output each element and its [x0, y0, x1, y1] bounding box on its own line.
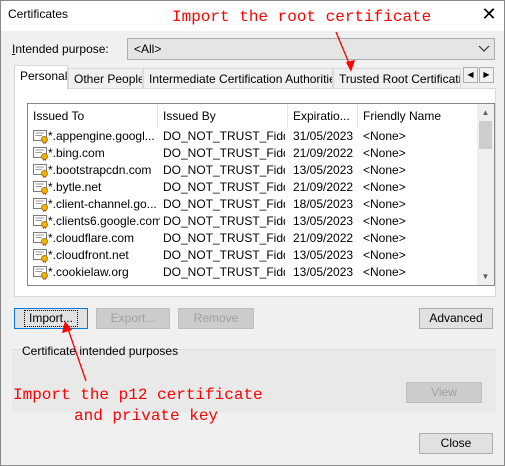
cell-issued-to: *.bytle.net — [48, 180, 102, 194]
table-row[interactable]: *.bytle.net DO_NOT_TRUST_Fidd... 21/09/202… — [28, 179, 494, 196]
cell-issued-by: DO_NOT_TRUST_Fidd... — [163, 129, 285, 143]
column-issued-by[interactable]: Issued By — [158, 104, 288, 128]
intended-purposes-title: Certificate intended purposes — [22, 344, 179, 358]
window-title: Certificates — [8, 7, 69, 21]
cell-issued-to: *.bing.com — [48, 146, 105, 160]
export-button[interactable]: Export... — [96, 308, 170, 329]
cell-expiration: 21/09/2022 — [293, 146, 354, 160]
tab-other-people[interactable]: Other People — [68, 68, 143, 88]
cell-expiration: 13/05/2023 — [293, 214, 354, 228]
table-row[interactable]: *.cloudflare.com DO_NOT_TRUST_Fidd... 21/0… — [28, 230, 494, 247]
cell-issued-by: DO_NOT_TRUST_Fidd... — [163, 265, 285, 279]
cell-expiration: 13/05/2023 — [293, 163, 354, 177]
chevron-down-icon — [478, 41, 490, 58]
cell-issued-by: DO_NOT_TRUST_Fidd... — [163, 163, 285, 177]
cell-expiration: 31/05/2023 — [293, 129, 354, 143]
cell-issued-by: DO_NOT_TRUST_Fidd... — [163, 197, 285, 211]
certificate-icon — [33, 248, 49, 263]
table-row[interactable]: *.client-channel.go... DO_NOT_TRUST_Fidd.… — [28, 196, 494, 213]
import-button[interactable]: Import... — [14, 308, 88, 329]
list-header: Issued To Issued By Expiratio... Friendl… — [28, 104, 494, 128]
certificate-icon — [33, 180, 49, 195]
cell-issued-by: DO_NOT_TRUST_Fidd... — [163, 231, 285, 245]
intended-purpose-value: <All> — [134, 42, 162, 56]
cell-friendly-name: <None> — [363, 231, 406, 245]
column-expiration[interactable]: Expiratio... — [288, 104, 358, 128]
cell-expiration: 13/05/2023 — [293, 265, 354, 279]
cell-friendly-name: <None> — [363, 248, 406, 262]
cell-issued-to: *.appengine.googl... — [48, 129, 155, 143]
certificate-icon — [33, 129, 49, 144]
cell-friendly-name: <None> — [363, 146, 406, 160]
close-window-icon[interactable]: ✕ — [478, 4, 500, 26]
column-issued-to[interactable]: Issued To — [28, 104, 158, 128]
cell-issued-by: DO_NOT_TRUST_Fidd... — [163, 180, 285, 194]
table-row[interactable]: *.appengine.googl... DO_NOT_TRUST_Fidd...… — [28, 128, 494, 145]
cell-issued-by: DO_NOT_TRUST_Fidd... — [163, 248, 285, 262]
remove-button[interactable]: Remove — [178, 308, 254, 329]
cell-expiration: 21/09/2022 — [293, 180, 354, 194]
scroll-thumb[interactable] — [479, 121, 492, 149]
cell-issued-to: *.clients6.google.com — [48, 214, 160, 228]
scroll-up-icon[interactable]: ▲ — [477, 104, 494, 121]
view-button[interactable]: View — [406, 382, 482, 403]
cell-friendly-name: <None> — [363, 180, 406, 194]
cell-friendly-name: <None> — [363, 197, 406, 211]
intended-purpose-select[interactable]: <All> — [127, 38, 495, 60]
column-friendly-name[interactable]: Friendly Name — [358, 104, 478, 128]
tab-trusted-root-ca[interactable]: Trusted Root Certification Authorities — [333, 68, 461, 88]
table-row[interactable]: *.bootstrapcdn.com DO_NOT_TRUST_Fidd... 13… — [28, 162, 494, 179]
cell-expiration: 13/05/2023 — [293, 248, 354, 262]
annotation-import-p12-line2: and private key — [74, 407, 219, 425]
certificate-icon — [33, 265, 49, 280]
annotation-import-p12-line1: Import the p12 certificate — [13, 386, 263, 404]
certificate-icon — [33, 231, 49, 246]
cell-friendly-name: <None> — [363, 129, 406, 143]
table-row[interactable]: *.bing.com DO_NOT_TRUST_Fidd... 21/09/2022… — [28, 145, 494, 162]
tab-intermediate-ca[interactable]: Intermediate Certification Authorities — [143, 68, 333, 88]
cell-friendly-name: <None> — [363, 163, 406, 177]
cell-friendly-name: <None> — [363, 214, 406, 228]
table-row[interactable]: *.clients6.google.comDO_NOT_TRUST_Fidd..… — [28, 213, 494, 230]
cell-expiration: 18/05/2023 — [293, 197, 354, 211]
certificate-icon — [33, 146, 49, 161]
cell-issued-to: *.cloudflare.com — [48, 231, 135, 245]
cell-issued-by: DO_NOT_TRUST_Fidd... — [163, 214, 285, 228]
annotation-import-root: Import the root certificate — [172, 8, 432, 26]
cell-issued-to: *.client-channel.go... — [48, 197, 157, 211]
table-row[interactable]: *.cookielaw.org DO_NOT_TRUST_Fidd... 13/05… — [28, 264, 494, 281]
tab-personal[interactable]: Personal — [14, 65, 68, 90]
cell-expiration: 21/09/2022 — [293, 231, 354, 245]
list-rows: *.appengine.googl... DO_NOT_TRUST_Fidd...… — [28, 128, 494, 281]
cell-issued-to: *.bootstrapcdn.com — [48, 163, 152, 177]
certificate-icon — [33, 214, 49, 229]
cell-issued-to: *.cloudfront.net — [48, 248, 129, 262]
certificate-list[interactable]: Issued To Issued By Expiratio... Friendl… — [27, 103, 495, 286]
tab-scroll-left-icon[interactable]: ◀ — [463, 67, 478, 83]
intended-purpose-label: Intended purpose: — [12, 42, 109, 56]
vertical-scrollbar[interactable]: ▲ ▼ — [477, 104, 494, 285]
table-row[interactable]: *.cloudfront.net DO_NOT_TRUST_Fidd... 13/0… — [28, 247, 494, 264]
advanced-button[interactable]: Advanced — [419, 308, 493, 329]
tab-strip: Personal Other People Intermediate Certi… — [14, 65, 496, 90]
cell-friendly-name: <None> — [363, 265, 406, 279]
cell-issued-to: *.cookielaw.org — [48, 265, 129, 279]
certificate-icon — [33, 197, 49, 212]
scroll-down-icon[interactable]: ▼ — [477, 268, 494, 285]
cell-issued-by: DO_NOT_TRUST_Fidd... — [163, 146, 285, 160]
close-button[interactable]: Close — [419, 433, 493, 454]
certificate-icon — [33, 163, 49, 178]
tab-panel-personal: Issued To Issued By Expiratio... Friendl… — [14, 88, 496, 297]
tab-scroll-right-icon[interactable]: ▶ — [479, 67, 494, 83]
